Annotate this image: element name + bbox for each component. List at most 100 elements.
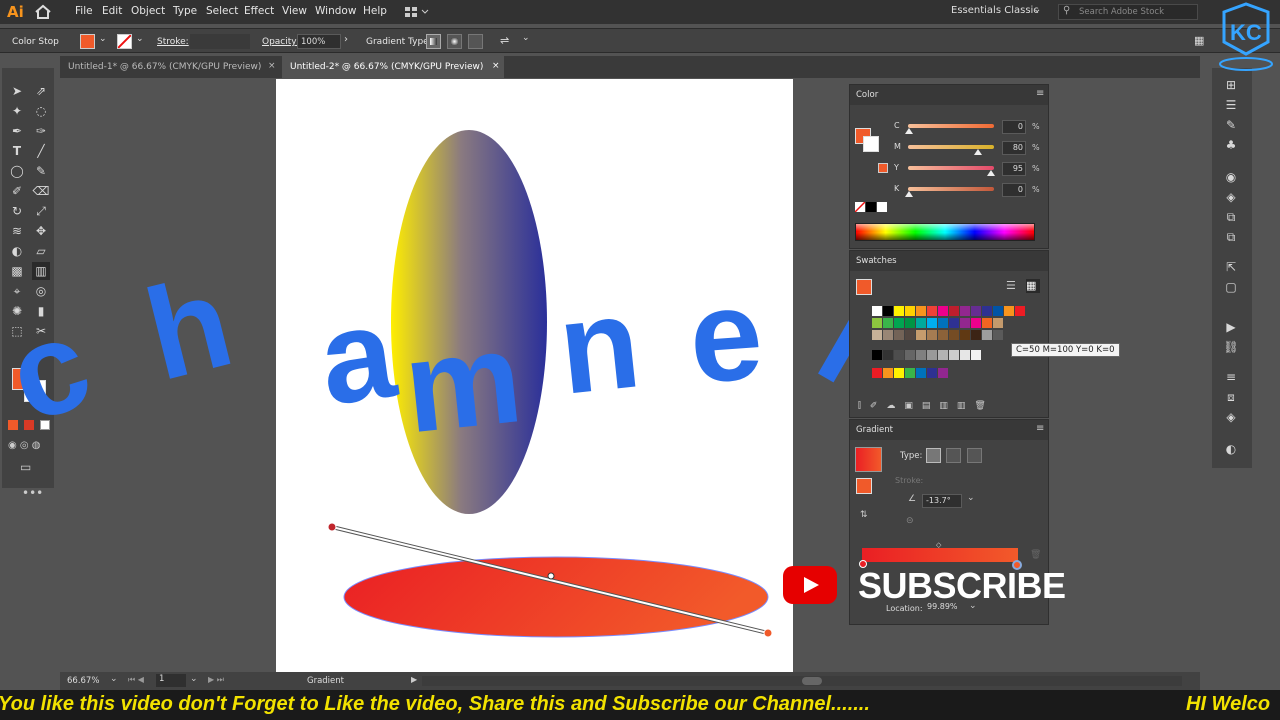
chevron-down-icon[interactable]: ⌄	[190, 674, 198, 684]
channel-value-field[interactable]: 0	[1002, 120, 1026, 134]
graphic-styles-icon[interactable]: ◈	[1222, 188, 1240, 206]
first-artboard-icon[interactable]: ⏮ ◀	[128, 675, 144, 685]
swatch[interactable]	[960, 318, 970, 328]
swatch[interactable]	[883, 350, 893, 360]
swatch[interactable]	[1004, 306, 1014, 316]
swatch[interactable]	[993, 306, 1003, 316]
artboards-icon[interactable]: ▢	[1222, 278, 1240, 296]
swatch[interactable]	[872, 306, 882, 316]
white-swatch[interactable]	[877, 202, 887, 212]
channel-slider-thumb[interactable]	[973, 149, 982, 155]
color-spectrum[interactable]	[855, 223, 1035, 241]
channel-slider-thumb[interactable]	[905, 191, 913, 197]
subscribe-button[interactable]: SUBSCRIBE	[858, 565, 1066, 607]
swatch[interactable]	[894, 350, 904, 360]
channel-value-field[interactable]: 80	[1002, 141, 1026, 155]
channel-value-field[interactable]: 0	[1002, 183, 1026, 197]
delete-stop-icon[interactable]: 🗑	[1030, 550, 1041, 560]
swatch[interactable]	[927, 350, 937, 360]
angle-field[interactable]: -13.7°	[922, 494, 962, 508]
swatch[interactable]	[938, 330, 948, 340]
color-channel-m[interactable]: M 80%	[894, 141, 1044, 158]
channel-slider-track[interactable]	[908, 124, 994, 128]
swatch[interactable]	[927, 330, 937, 340]
transparency-icon[interactable]: ◐	[1222, 440, 1240, 458]
swatch[interactable]	[982, 330, 992, 340]
status-menu-icon[interactable]: ▶	[411, 675, 417, 684]
color-channel-c[interactable]: C 0%	[894, 120, 1044, 137]
swatch[interactable]	[916, 350, 926, 360]
chevron-down-icon[interactable]: ⌄	[110, 674, 118, 684]
swatch[interactable]	[927, 306, 937, 316]
align-panel-icon[interactable]: ≡	[1222, 368, 1240, 386]
swatch[interactable]	[960, 350, 970, 360]
swatch[interactable]	[894, 368, 904, 378]
swatch[interactable]	[938, 350, 948, 360]
swatch[interactable]	[916, 330, 926, 340]
symbols-icon[interactable]: ♣	[1222, 136, 1240, 154]
gradient-preview-swatch[interactable]	[855, 447, 882, 472]
channel-slider-thumb[interactable]	[905, 128, 913, 134]
swatch[interactable]	[916, 318, 926, 328]
swatch[interactable]	[949, 330, 959, 340]
swatch[interactable]	[894, 306, 904, 316]
swatch[interactable]	[916, 368, 926, 378]
zoom-level[interactable]: 66.67%	[67, 676, 99, 686]
swatch[interactable]	[905, 318, 915, 328]
channel-slider-track[interactable]	[908, 187, 994, 191]
swatch[interactable]	[960, 306, 970, 316]
swatch[interactable]	[883, 306, 893, 316]
swatch[interactable]	[905, 306, 915, 316]
list-view-icon[interactable]: ☰	[1006, 279, 1020, 293]
swatch[interactable]	[883, 368, 893, 378]
swatch[interactable]	[971, 318, 981, 328]
libraries-icon[interactable]: ☰	[1222, 96, 1240, 114]
none-swatch[interactable]	[854, 201, 866, 213]
grid-view-icon[interactable]: ▦	[1026, 279, 1040, 293]
swatch[interactable]	[905, 350, 915, 360]
swatch[interactable]	[993, 330, 1003, 340]
chevron-down-icon[interactable]: ⌄	[967, 493, 975, 503]
artboard-number-field[interactable]: 1	[156, 674, 186, 687]
links-icon[interactable]: ⧉	[1222, 228, 1240, 246]
gradient-slider[interactable]	[862, 548, 1018, 562]
swatch[interactable]	[949, 306, 959, 316]
layers-duplicate-icon[interactable]: ⧉	[1222, 208, 1240, 226]
swatch[interactable]	[938, 306, 948, 316]
layers-icon[interactable]: ◈	[1222, 408, 1240, 426]
swatch[interactable]	[872, 318, 882, 328]
swatch[interactable]	[982, 318, 992, 328]
swatch[interactable]	[1015, 306, 1025, 316]
stroke-color-indicator[interactable]	[863, 136, 879, 152]
swatch[interactable]	[894, 330, 904, 340]
swatch[interactable]	[982, 306, 992, 316]
swatch[interactable]	[971, 306, 981, 316]
actions-icon[interactable]: ▶	[1222, 318, 1240, 336]
swatch[interactable]	[872, 330, 882, 340]
fill-color-indicator[interactable]	[856, 478, 872, 494]
swatch[interactable]	[894, 318, 904, 328]
black-swatch[interactable]	[866, 202, 876, 212]
swatch[interactable]	[993, 318, 1003, 328]
horizontal-scrollbar[interactable]	[422, 676, 1182, 686]
links-chain-icon[interactable]: ⛓	[1222, 338, 1240, 356]
swatch[interactable]	[883, 330, 893, 340]
color-channel-k[interactable]: K 0%	[894, 183, 1044, 200]
radial-gradient-button[interactable]	[946, 448, 961, 463]
reverse-gradient-icon[interactable]: ⇅	[860, 510, 868, 520]
freeform-gradient-button[interactable]	[967, 448, 982, 463]
swatch[interactable]	[905, 368, 915, 378]
gamut-warning-icon[interactable]	[878, 163, 888, 173]
youtube-logo-icon[interactable]	[783, 566, 837, 604]
swatch[interactable]	[927, 368, 937, 378]
swatch[interactable]	[938, 318, 948, 328]
panel-menu-icon[interactable]: ≡	[1036, 88, 1044, 99]
swatch[interactable]	[938, 368, 948, 378]
swatch[interactable]	[960, 330, 970, 340]
swatch[interactable]	[949, 350, 959, 360]
channel-slider-track[interactable]	[908, 166, 994, 170]
swatch-footer-icons[interactable]: ⫿✐☁▣▤▥▥🗑	[858, 401, 995, 411]
gradient-midpoint[interactable]: ◇	[936, 541, 941, 549]
channel-slider-thumb[interactable]	[986, 170, 995, 176]
pathfinder-icon[interactable]: ⧈	[1222, 388, 1240, 406]
